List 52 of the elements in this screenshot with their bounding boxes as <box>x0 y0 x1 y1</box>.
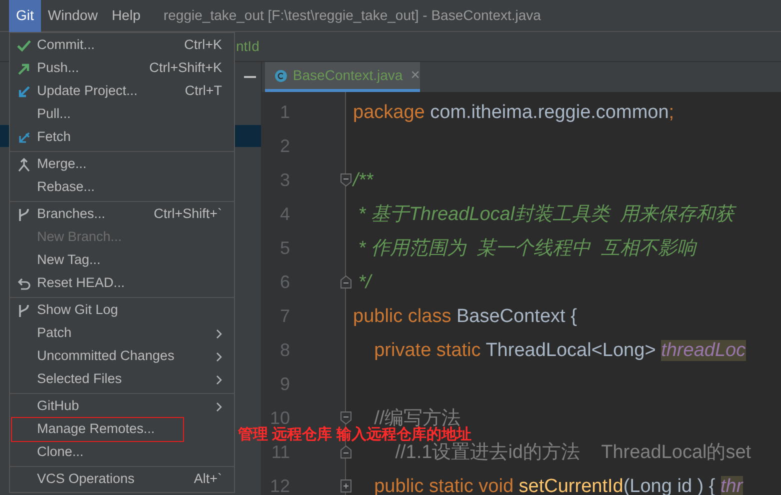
menu-item[interactable]: Update Project... <box>37 81 185 102</box>
fold-icon[interactable] <box>340 411 352 425</box>
menu-item[interactable]: Window <box>40 0 105 32</box>
undo-icon <box>16 276 30 290</box>
arrow-icon <box>16 62 30 76</box>
fold-icon[interactable] <box>340 445 352 459</box>
menu-item[interactable]: New Tag... <box>37 250 222 271</box>
menu-item[interactable]: Branches... <box>37 204 154 225</box>
menu-item[interactable]: Push... <box>37 58 150 79</box>
code-line: * 基于ThreadLocal封装工具类 用来保存和获 <box>357 204 734 224</box>
menu-item[interactable]: Merge... <box>37 154 222 175</box>
check-icon <box>16 38 30 52</box>
code-line: private static ThreadLocal<Long> threadLoc <box>373 340 746 360</box>
menu-item[interactable]: Uncommitted Changes <box>37 346 216 367</box>
code-line: public class BaseContext { <box>353 306 577 326</box>
shortcut-text: Alt+` <box>194 470 222 488</box>
code-line: package com.itheima.reggie.common; <box>353 102 674 122</box>
branch-icon <box>16 304 30 318</box>
shortcut-text: Ctrl+T <box>184 82 222 100</box>
menu-item[interactable]: Fetch <box>37 127 222 148</box>
merge-icon <box>16 158 30 172</box>
breadcrumb-item[interactable]: ntId <box>236 36 260 57</box>
menu-item[interactable]: Commit... <box>37 35 184 56</box>
menu-item[interactable]: Rebase... <box>37 177 222 198</box>
shortcut-text: Ctrl+Shift+K <box>149 59 222 78</box>
code-line: //1.1设置进去id的方法 ThreadLocal的set <box>394 442 752 462</box>
code-line: //编写方法 <box>374 408 461 428</box>
arrow-icon <box>16 130 30 144</box>
fold-icon[interactable] <box>340 479 352 493</box>
menu-item[interactable]: Clone... <box>37 442 222 463</box>
code-line: */ <box>357 272 371 292</box>
shortcut-text: Ctrl+Shift+` <box>154 205 222 224</box>
menu-item[interactable]: Reset HEAD... <box>37 273 222 294</box>
code-line: * 作用范围为 某一个线程中 互相不影响 <box>357 238 696 258</box>
branch-icon <box>16 208 30 222</box>
menu-item[interactable]: VCS Operations <box>37 469 194 490</box>
code-line: /** <box>353 170 374 190</box>
menu-item[interactable]: Show Git Log <box>37 300 222 321</box>
arrow-icon <box>16 84 30 98</box>
menu-item[interactable]: Manage Remotes... <box>13 419 182 440</box>
menu-item[interactable]: GitHub <box>37 396 216 417</box>
window-title: reggie_take_out [F:\test\reggie_take_out] - BaseContext.java <box>163 6 541 25</box>
menu-item[interactable]: Git <box>9 0 41 32</box>
menu-item[interactable]: Help <box>104 0 148 32</box>
class-file-icon <box>275 68 287 84</box>
annotation-text: 管理 远程仓库 输入远程仓库的地址 <box>238 427 472 442</box>
menu-item[interactable]: Pull... <box>37 104 222 125</box>
menu-item[interactable]: Patch <box>37 323 216 344</box>
fold-icon[interactable] <box>340 173 352 187</box>
menu-item[interactable]: Selected Files <box>37 369 216 390</box>
fold-icon[interactable] <box>340 275 352 289</box>
shortcut-text: Ctrl+K <box>184 36 222 54</box>
